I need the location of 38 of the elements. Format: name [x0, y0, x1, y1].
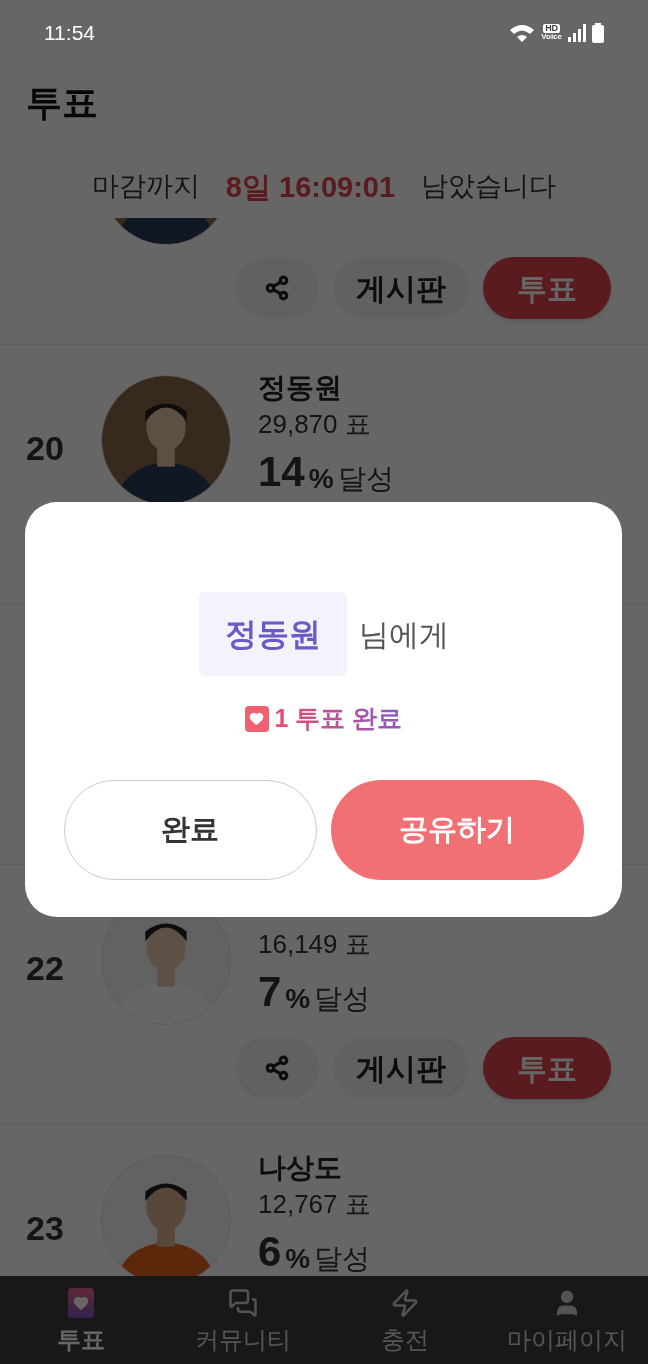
countdown-prefix: 마감까지: [91, 170, 200, 203]
achieve-label: 달성: [314, 1245, 371, 1273]
wifi-icon: [509, 22, 536, 43]
vote-button[interactable]: 투표: [483, 257, 611, 319]
recipient-name: 정동원: [198, 592, 347, 676]
percent-sign: %: [308, 465, 334, 493]
rank-number: 20: [26, 428, 64, 469]
rank-number: 22: [26, 948, 64, 989]
share-icon: [264, 1055, 290, 1081]
vote-count: 16,149 표: [258, 929, 371, 959]
bolt-icon: [390, 1288, 420, 1318]
signal-icon: [568, 23, 586, 42]
done-button[interactable]: 완료: [63, 779, 317, 880]
candidate-name: 정동원: [258, 372, 342, 403]
board-button[interactable]: 게시판: [333, 1037, 469, 1099]
board-button[interactable]: 게시판: [333, 257, 469, 319]
chat-icon: [228, 1288, 258, 1318]
status-time: 11:54: [44, 19, 95, 46]
achieve-label: 달성: [314, 985, 371, 1013]
percent-sign: %: [285, 985, 311, 1013]
nav-tab[interactable]: 투표: [0, 1276, 162, 1364]
percent-sign: %: [285, 1245, 311, 1273]
percent-value: 14: [258, 451, 305, 493]
share-icon: [264, 275, 290, 301]
countdown-time: 8일 16:09:01: [225, 170, 396, 205]
share-button[interactable]: 공유하기: [330, 779, 584, 880]
recipient-suffix: 님에게: [358, 616, 449, 653]
countdown-suffix: 남았습니다: [421, 170, 557, 203]
page-title: 투표: [26, 80, 98, 125]
candidate-name: 나상도: [258, 1152, 342, 1183]
vote-count: 29,870 표: [258, 409, 371, 439]
vote-button[interactable]: 투표: [483, 1037, 611, 1099]
rank-number: 23: [26, 1208, 64, 1249]
percent-value: 7: [258, 971, 282, 1013]
percent-value: 6: [258, 1231, 282, 1273]
achieve-label: 달성: [337, 465, 394, 493]
battery-icon: [592, 22, 604, 43]
vote-count: 12,767 표: [258, 1189, 371, 1219]
